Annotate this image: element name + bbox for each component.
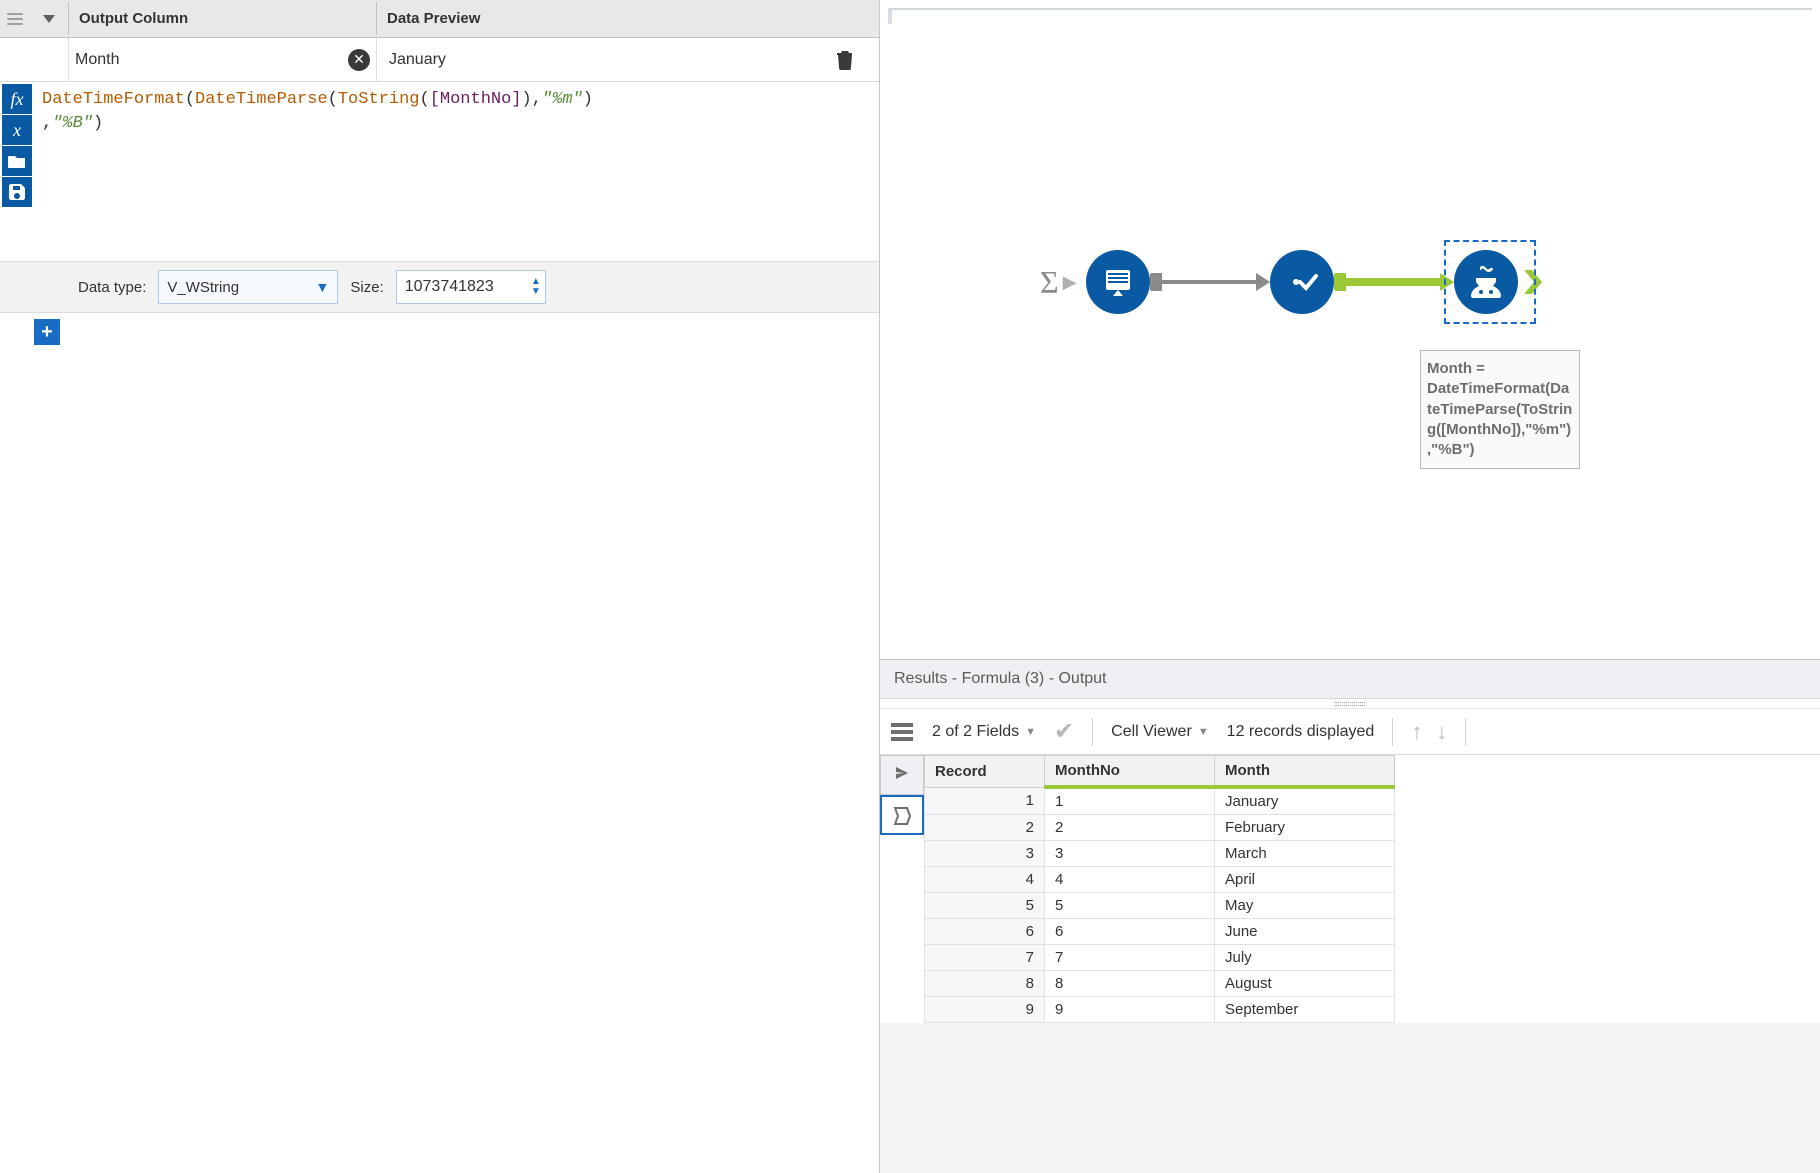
records-displayed: 12 records displayed: [1227, 723, 1375, 741]
cell-monthno[interactable]: 2: [1045, 815, 1215, 841]
open-button[interactable]: [2, 146, 32, 176]
cell-record[interactable]: 6: [925, 919, 1045, 945]
resize-grip[interactable]: [880, 699, 1820, 709]
delete-icon[interactable]: [835, 49, 879, 71]
cell-month[interactable]: July: [1215, 945, 1395, 971]
col-month[interactable]: Month: [1215, 756, 1395, 788]
cell-month[interactable]: May: [1215, 893, 1395, 919]
cell-record[interactable]: 4: [925, 867, 1045, 893]
connector-2: [1334, 278, 1454, 286]
cell-viewer-selector[interactable]: Cell Viewer ▼: [1111, 723, 1209, 741]
formula-tool-annotation[interactable]: Month = DateTimeFormat(DateTimeParse(ToS…: [1420, 350, 1580, 469]
sigma-icon: Σ: [1040, 264, 1059, 301]
table-row[interactable]: 11January: [925, 787, 1395, 815]
formula-body: fx x DateTimeFormat(DateTimeParse(ToStri…: [0, 82, 879, 262]
cell-record[interactable]: 2: [925, 815, 1045, 841]
table-row[interactable]: 88August: [925, 971, 1395, 997]
datatype-row: Data type: V_WString ▼ Size: 1073741823 …: [0, 262, 879, 313]
cell-monthno[interactable]: 5: [1045, 893, 1215, 919]
formula-editor[interactable]: DateTimeFormat(DateTimeParse(ToString([M…: [34, 82, 879, 261]
size-down-icon[interactable]: ▼: [531, 287, 541, 297]
cell-monthno[interactable]: 6: [1045, 919, 1215, 945]
output-anchor-icon: [1524, 270, 1542, 294]
output-tab[interactable]: [880, 795, 924, 835]
fx-button[interactable]: fx: [2, 84, 32, 114]
add-expression-button[interactable]: +: [34, 319, 60, 345]
datatype-label: Data type:: [78, 279, 146, 296]
results-toolbar: 2 of 2 Fields ▼ ✔ Cell Viewer ▼ 12 recor…: [880, 709, 1820, 755]
table-row[interactable]: 77July: [925, 945, 1395, 971]
grip-icon: [0, 0, 30, 37]
col-record[interactable]: Record: [925, 756, 1045, 788]
table-row[interactable]: 22February: [925, 815, 1395, 841]
size-input[interactable]: 1073741823 ▲ ▼: [396, 270, 546, 304]
cell-month[interactable]: June: [1215, 919, 1395, 945]
cell-record[interactable]: 3: [925, 841, 1045, 867]
connector-1: [1150, 278, 1270, 286]
results-grid: Record MonthNo Month 11January22February…: [880, 755, 1820, 1023]
table-row[interactable]: 55May: [925, 893, 1395, 919]
tool-column: fx x: [0, 82, 34, 261]
cell-monthno[interactable]: 4: [1045, 867, 1215, 893]
cell-month[interactable]: January: [1215, 787, 1395, 815]
cell-record[interactable]: 9: [925, 997, 1045, 1023]
table-row[interactable]: 99September: [925, 997, 1395, 1023]
messages-tab[interactable]: [880, 755, 924, 795]
formula-config-panel: Output Column Data Preview ✕ January fx …: [0, 0, 880, 1173]
workflow-canvas[interactable]: Σ ▶: [880, 0, 1820, 660]
col-monthno[interactable]: MonthNo: [1045, 756, 1215, 788]
output-column-input[interactable]: [75, 51, 348, 69]
approve-icon[interactable]: ✔: [1054, 717, 1074, 746]
cell-record[interactable]: 8: [925, 971, 1045, 997]
datatype-select[interactable]: V_WString ▼: [158, 270, 338, 304]
cell-month[interactable]: March: [1215, 841, 1395, 867]
chevron-down-icon: ▼: [316, 279, 330, 295]
save-button[interactable]: [2, 177, 32, 207]
size-value: 1073741823: [405, 278, 494, 296]
data-preview-value: January: [376, 38, 835, 81]
x-button[interactable]: x: [2, 115, 32, 145]
cell-month[interactable]: August: [1215, 971, 1395, 997]
clear-icon[interactable]: ✕: [348, 49, 370, 71]
cell-record[interactable]: 5: [925, 893, 1045, 919]
cell-month[interactable]: April: [1215, 867, 1395, 893]
collapse-toggle[interactable]: [30, 15, 68, 23]
header-data-preview: Data Preview: [376, 2, 835, 35]
up-arrow-icon[interactable]: ↑: [1411, 719, 1422, 745]
fields-text: 2 of 2 Fields: [932, 723, 1019, 741]
right-panel: Σ ▶: [880, 0, 1820, 1173]
config-header: Output Column Data Preview: [0, 0, 879, 38]
workflow: Σ ▶: [1040, 250, 1542, 314]
results-panel: Results - Formula (3) - Output 2 of 2 Fi…: [880, 660, 1820, 1173]
cell-viewer-text: Cell Viewer: [1111, 723, 1192, 741]
cell-record[interactable]: 7: [925, 945, 1045, 971]
cell-monthno[interactable]: 8: [1045, 971, 1215, 997]
table-row[interactable]: 33March: [925, 841, 1395, 867]
select-tool-node[interactable]: [1270, 250, 1334, 314]
output-row: ✕ January: [0, 38, 879, 82]
fields-selector[interactable]: 2 of 2 Fields ▼: [932, 723, 1036, 741]
datatype-value: V_WString: [167, 279, 239, 296]
rows-view-icon[interactable]: [890, 722, 914, 742]
size-label: Size:: [350, 279, 383, 296]
cell-monthno[interactable]: 7: [1045, 945, 1215, 971]
cell-record[interactable]: 1: [925, 787, 1045, 815]
text-input-tool-node[interactable]: [1086, 250, 1150, 314]
sigma-arrow-icon: ▶: [1063, 272, 1077, 293]
table-row[interactable]: 44April: [925, 867, 1395, 893]
results-title: Results - Formula (3) - Output: [880, 660, 1820, 699]
formula-tool-node[interactable]: [1454, 250, 1518, 314]
cell-month[interactable]: September: [1215, 997, 1395, 1023]
down-arrow-icon[interactable]: ↓: [1436, 719, 1447, 745]
header-output-column: Output Column: [68, 2, 376, 35]
cell-month[interactable]: February: [1215, 815, 1395, 841]
cell-monthno[interactable]: 1: [1045, 787, 1215, 815]
results-table[interactable]: Record MonthNo Month 11January22February…: [924, 755, 1395, 1023]
cell-monthno[interactable]: 3: [1045, 841, 1215, 867]
cell-monthno[interactable]: 9: [1045, 997, 1215, 1023]
table-row[interactable]: 66June: [925, 919, 1395, 945]
